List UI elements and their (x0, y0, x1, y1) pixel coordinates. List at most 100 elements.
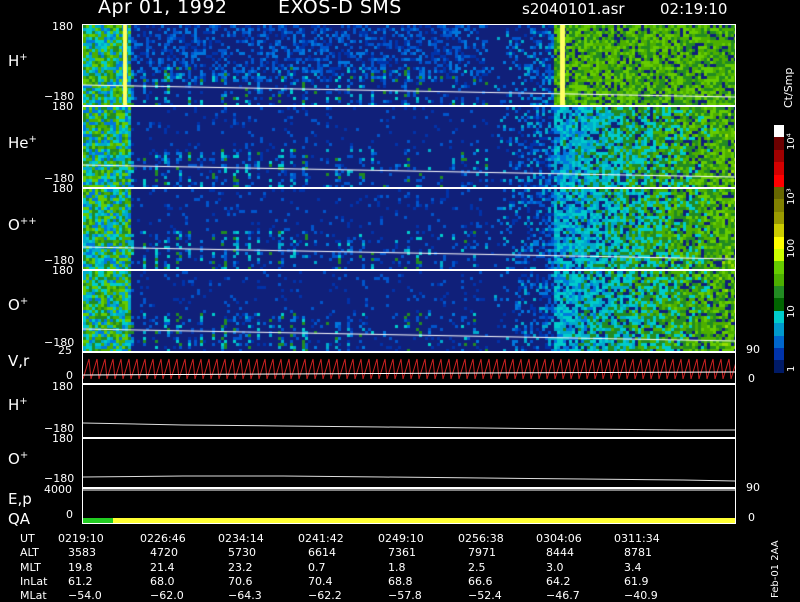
colorbar-tick-1: 1 (786, 365, 797, 372)
table-cell: 19.8 (68, 561, 93, 574)
colorbar (774, 125, 784, 373)
qa-rtick-bottom: 0 (748, 511, 755, 524)
panel-label-h-plus: H+ (8, 52, 28, 70)
table-cell: 7361 (388, 546, 416, 559)
table-cell: −54.0 (68, 589, 102, 602)
panel-label-qa: QA (8, 510, 31, 528)
o-line-plot (83, 475, 735, 482)
table-cell: 6614 (308, 546, 336, 559)
h-line-trace (83, 422, 735, 431)
table-row-label: ALT (20, 546, 39, 559)
qa-ytick-bottom: 0 (66, 508, 73, 521)
table-cell: 68.8 (388, 575, 413, 588)
panel-he-plus (82, 106, 736, 188)
colorbar-swatch (774, 261, 784, 274)
colorbar-swatch (774, 199, 784, 212)
colorbar-swatch (774, 348, 784, 361)
colorbar-swatch (774, 323, 784, 336)
qa-bar-yellow (113, 518, 735, 523)
table-cell: 0219:10 (58, 532, 104, 545)
colorbar-tick-100: 100 (786, 238, 797, 258)
table-cell: 4720 (150, 546, 178, 559)
colorbar-swatch (774, 248, 784, 262)
table-row-label: UT (20, 532, 35, 545)
panel-o-plusplus (82, 188, 736, 270)
panel-label-vr: V,r (8, 352, 30, 370)
table-cell: 0249:10 (378, 532, 424, 545)
colorbar-tick-10: 10 (786, 305, 797, 318)
panel-vr (82, 352, 736, 384)
colorbar-tick-1e3: 10³ (786, 188, 797, 205)
vr-rtick-bottom: 0 (748, 372, 755, 385)
table-row-label: MLT (20, 561, 41, 574)
panel-label-o-plus: O+ (8, 296, 29, 314)
panel-label-h-line: H+ (8, 396, 28, 414)
colorbar-swatch (774, 310, 784, 324)
panel-h-line (82, 384, 736, 438)
table-cell: −40.9 (624, 589, 658, 602)
table-cell: 5730 (228, 546, 256, 559)
table-cell: 70.6 (228, 575, 253, 588)
opp-ytick-top: 180 (52, 182, 73, 195)
table-cell: −62.0 (150, 589, 184, 602)
table-cell: 7971 (468, 546, 496, 559)
h-line-ytick-top: 180 (52, 380, 73, 393)
colorbar-unit: Ct/Smp (782, 67, 795, 108)
panel-o-line (82, 438, 736, 488)
table-row-label: InLat (20, 575, 48, 588)
table-cell: 23.2 (228, 561, 253, 574)
panel-o-plus (82, 270, 736, 352)
table-cell: 0311:34 (614, 532, 660, 545)
o-line-ytick-top: 180 (52, 432, 73, 445)
colorbar-swatch (774, 162, 784, 175)
vr-ytick-top: 25 (58, 344, 72, 357)
h-line-plot (83, 422, 735, 431)
table-cell: 3.4 (624, 561, 642, 574)
vr-plot (83, 358, 735, 380)
colorbar-tick-1e4: 10⁴ (786, 133, 797, 150)
colorbar-swatch (774, 137, 784, 150)
table-cell: 3.0 (546, 561, 564, 574)
panel-label-ep: E,p (8, 490, 32, 508)
table-cell: −52.4 (468, 589, 502, 602)
colorbar-swatch (774, 125, 784, 138)
table-row-label: MLat (20, 589, 47, 602)
panel-h-plus (82, 24, 736, 106)
colorbar-swatch (774, 273, 784, 287)
table-cell: 68.0 (150, 575, 175, 588)
table-cell: 8444 (546, 546, 574, 559)
colorbar-swatch (774, 224, 784, 237)
table-cell: −46.7 (546, 589, 580, 602)
plot-time: 02:19:10 (660, 0, 728, 18)
table-cell: 3583 (68, 546, 96, 559)
plot-date: Apr 01, 1992 (98, 0, 228, 18)
table-cell: 0256:38 (458, 532, 504, 545)
table-cell: 61.2 (68, 575, 93, 588)
colorbar-swatch (774, 174, 784, 187)
table-cell: 21.4 (150, 561, 175, 574)
vr-sawtooth-trace (83, 358, 735, 380)
table-cell: −64.3 (228, 589, 262, 602)
ep-qa-plot (83, 489, 735, 523)
table-cell: 0304:06 (536, 532, 582, 545)
ep-ytick-top: 4000 (44, 483, 72, 496)
ep-rtick-top: 90 (746, 481, 760, 494)
he-plus-spectrogram (83, 107, 735, 187)
colorbar-swatch (774, 286, 784, 299)
panel-label-he-plus: He+ (8, 134, 37, 152)
colorbar-swatch (774, 186, 784, 200)
colorbar-swatch (774, 211, 784, 225)
plot-instrument: EXOS-D SMS (278, 0, 402, 18)
colorbar-swatch (774, 149, 784, 163)
table-cell: 70.4 (308, 575, 333, 588)
table-cell: 64.2 (546, 575, 571, 588)
qa-bar-green (83, 518, 113, 523)
plot-file: s2040101.asr (522, 0, 625, 18)
table-cell: −62.2 (308, 589, 342, 602)
table-cell: 61.9 (624, 575, 649, 588)
table-cell: 0241:42 (298, 532, 344, 545)
op-ytick-top: 180 (52, 264, 73, 277)
colorbar-swatch (774, 236, 784, 249)
table-cell: 2.5 (468, 561, 486, 574)
table-cell: 0234:14 (218, 532, 264, 545)
